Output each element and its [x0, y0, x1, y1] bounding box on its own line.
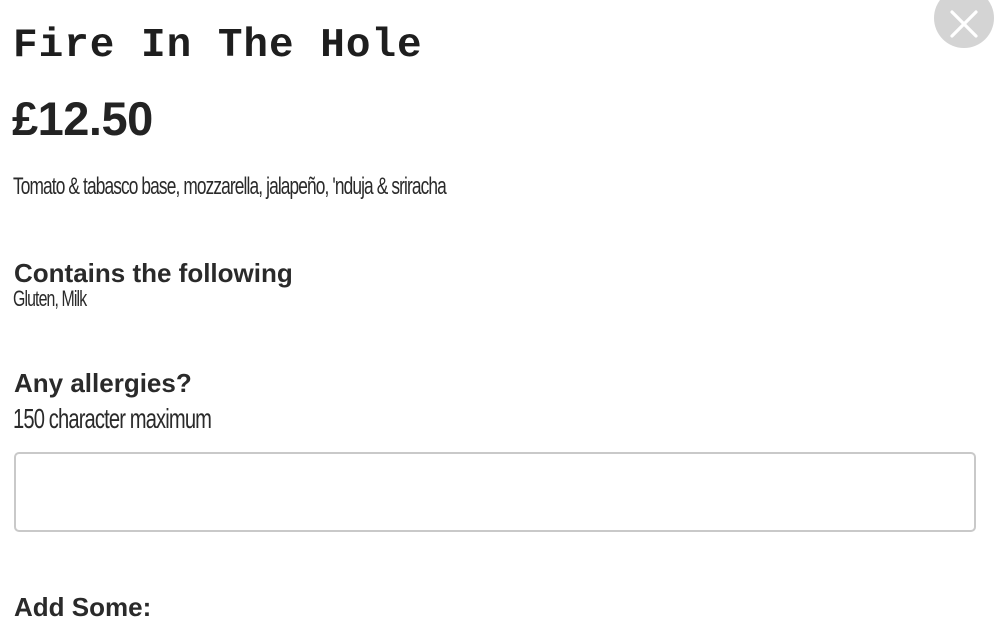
product-title: Fire In The Hole [13, 23, 423, 69]
allergies-heading: Any allergies? [14, 368, 192, 398]
close-icon [950, 10, 978, 38]
allergies-character-limit: 150 character maximum [13, 403, 212, 434]
allergens-list: Gluten, Milk [13, 286, 87, 311]
close-button[interactable] [934, 0, 994, 48]
allergies-input[interactable] [14, 452, 976, 532]
product-price: £12.50 [12, 92, 153, 145]
product-description: Tomato & tabasco base, mozzarella, jalap… [13, 173, 447, 200]
add-some-heading: Add Some: [14, 592, 152, 621]
